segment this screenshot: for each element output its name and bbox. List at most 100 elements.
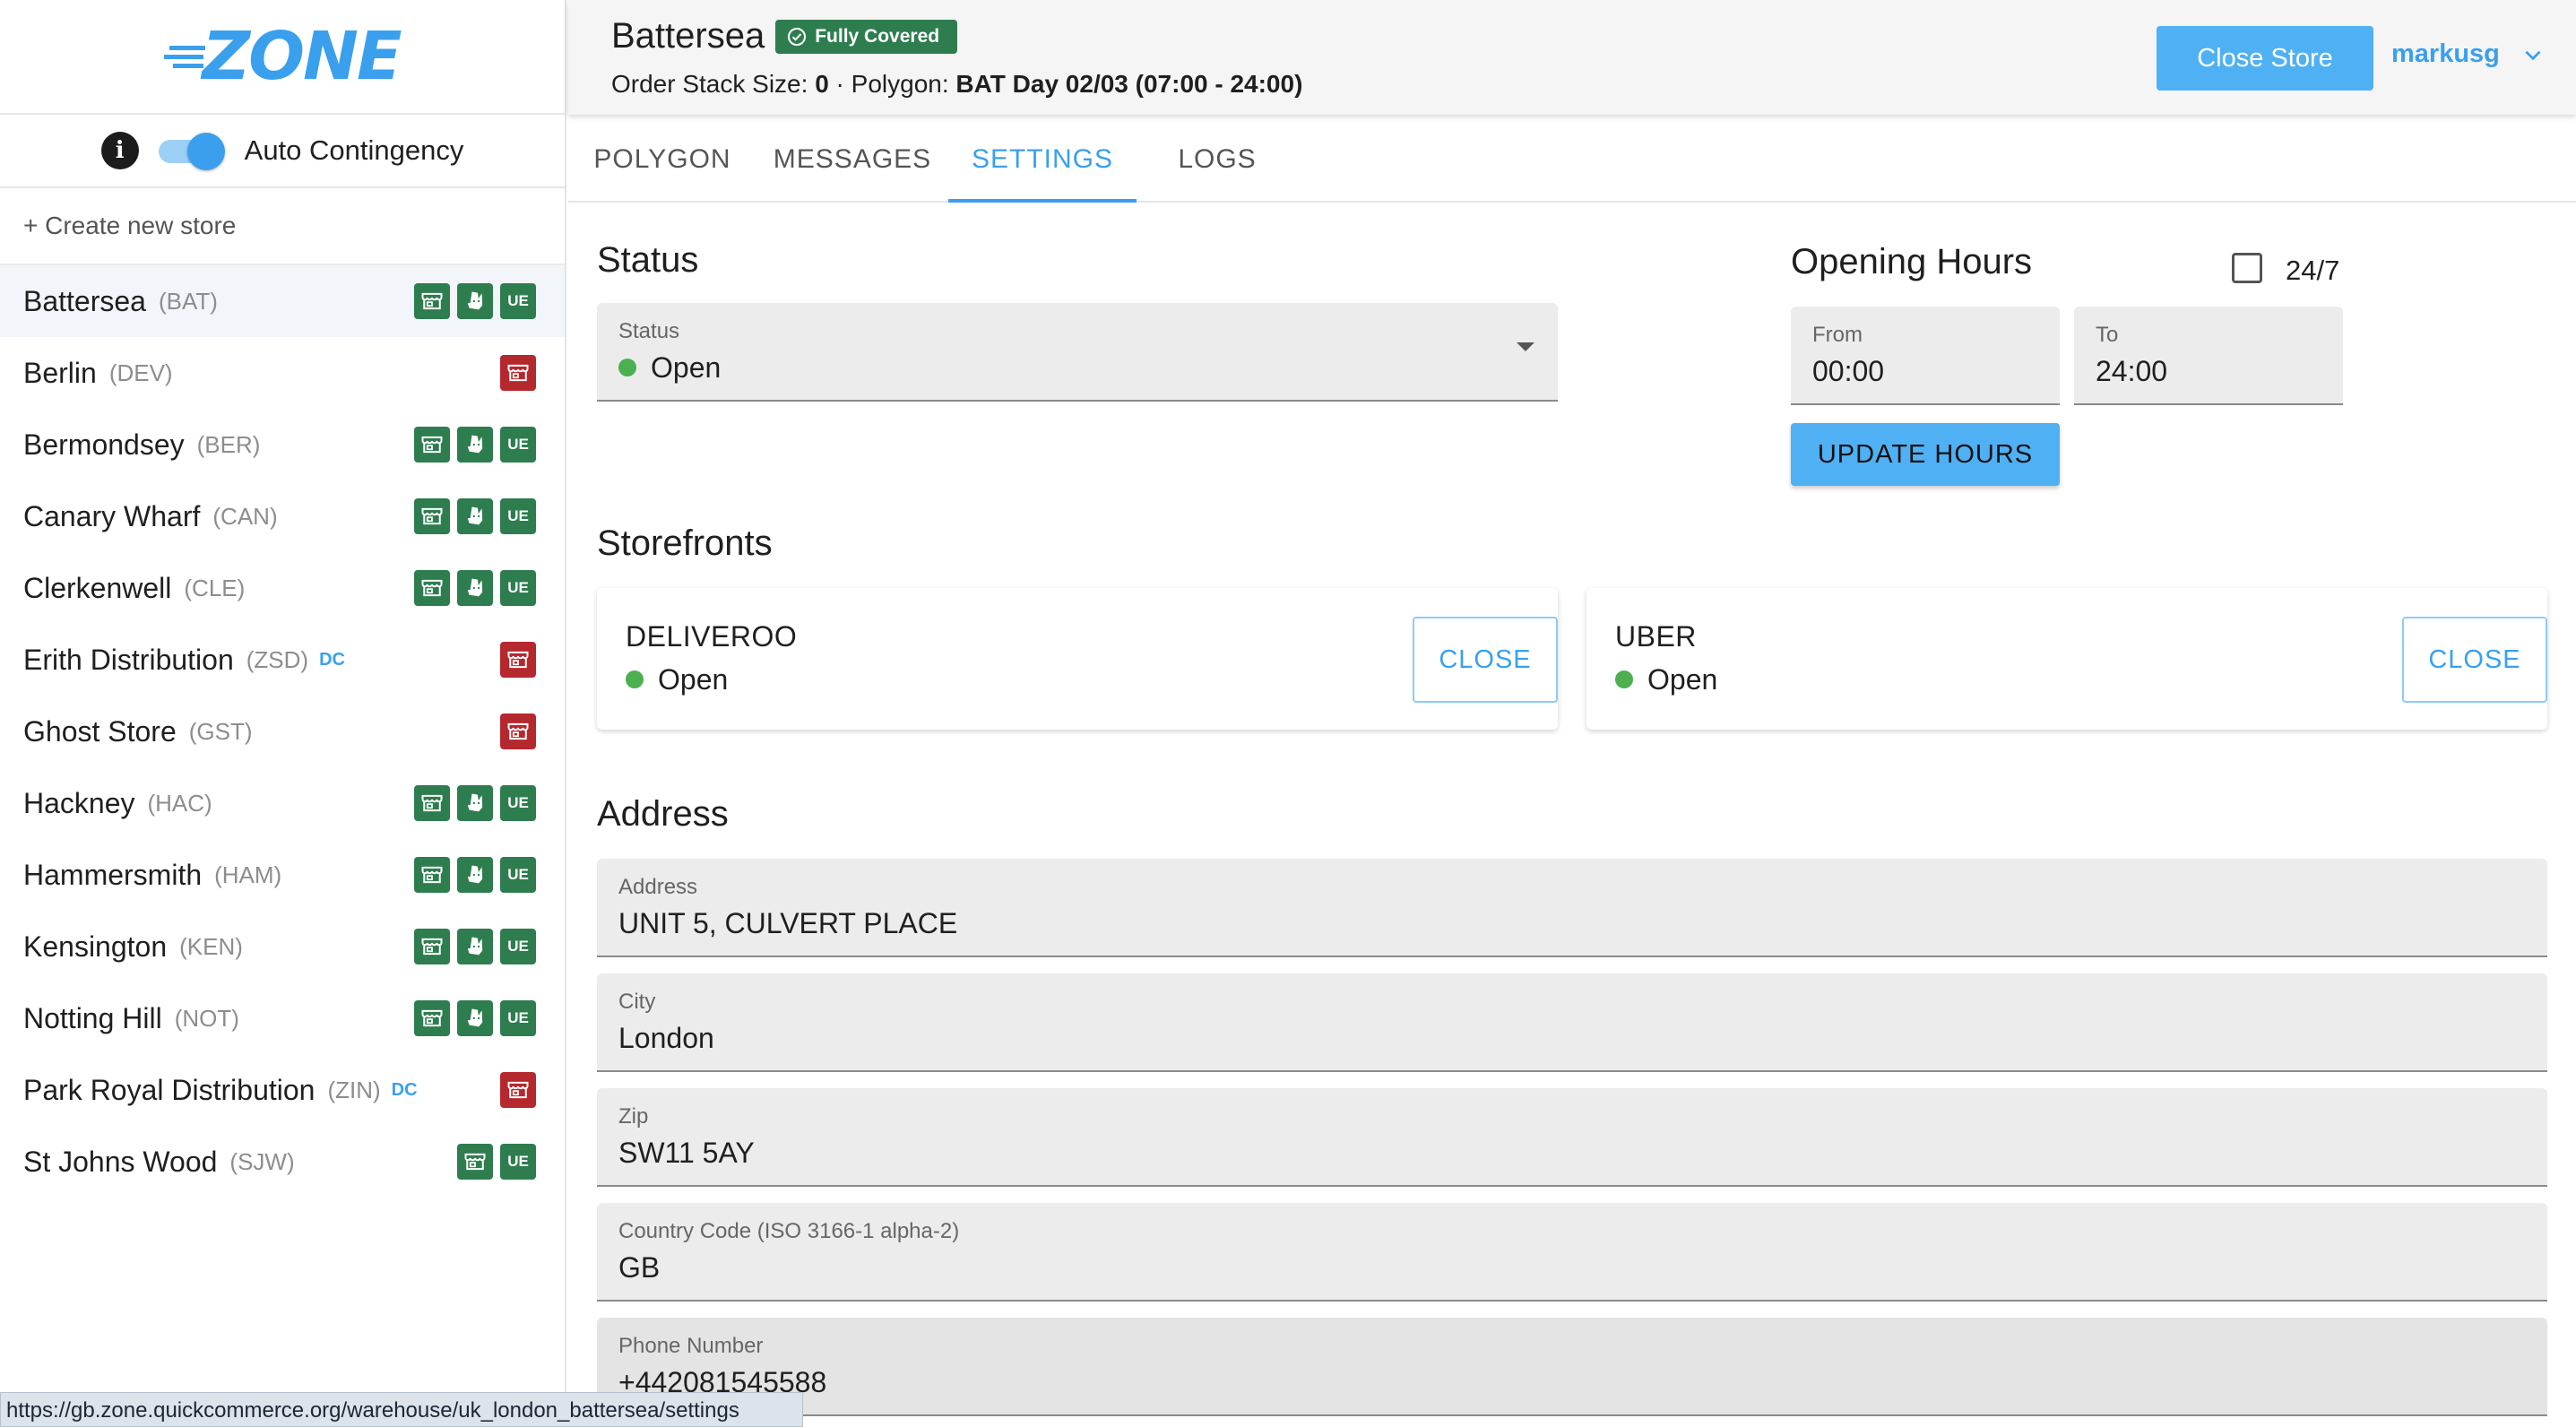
store-code: (SJW)	[229, 1147, 295, 1175]
storefront-badges: UE	[457, 1144, 536, 1180]
storefront-name: UBER	[1615, 620, 1697, 653]
store-code: (CLE)	[184, 574, 246, 601]
store-item[interactable]: Berlin (DEV)	[0, 337, 565, 409]
address-title: Address	[597, 794, 729, 834]
store-item[interactable]: Notting Hill (NOT) UE	[0, 982, 565, 1054]
polygon-label: Polygon:	[851, 70, 949, 98]
country-code-value: GB	[618, 1251, 661, 1284]
close-uber-button[interactable]: CLOSE	[2402, 617, 2547, 703]
user-menu[interactable]: markusg	[2391, 39, 2545, 69]
create-store-link[interactable]: + Create new store	[0, 188, 565, 265]
city-value: London	[618, 1022, 714, 1054]
country-code-label: Country Code (ISO 3166-1 alpha-2)	[618, 1219, 960, 1243]
uber-eats-icon: UE	[500, 929, 536, 964]
store-code: (ZIN)	[327, 1076, 381, 1103]
store-item[interactable]: Bermondsey (BER) UE	[0, 409, 565, 480]
status-section-title: Status	[597, 240, 699, 280]
dc-tag: DC	[319, 649, 345, 670]
storefront-badges	[500, 1072, 536, 1108]
storefront-badges	[500, 642, 536, 678]
store-item[interactable]: Battersea (BAT) UE	[0, 265, 565, 337]
tab-messages[interactable]: MESSAGES	[756, 118, 948, 201]
logo-text: ZONE	[202, 18, 402, 95]
stack-label: Order Stack Size:	[611, 70, 808, 98]
store-code: (ZSD)	[246, 645, 309, 673]
store-code: (HAM)	[214, 861, 282, 888]
store-name: St Johns Wood	[23, 1145, 218, 1178]
from-time-field[interactable]: From 00:00	[1791, 307, 2060, 405]
store-closed-icon	[500, 1072, 536, 1108]
zip-field[interactable]: Zip SW11 5AY	[597, 1088, 2547, 1187]
store-name: Battersea	[23, 284, 146, 317]
uber-eats-icon: UE	[500, 498, 536, 534]
store-item[interactable]: St Johns Wood (SJW) UE	[0, 1126, 565, 1198]
store-item[interactable]: Hackney (HAC) UE	[0, 767, 565, 839]
auto-contingency-toggle[interactable]	[158, 133, 225, 170]
dropdown-arrow-icon	[1517, 342, 1534, 351]
store-closed-icon	[500, 355, 536, 391]
storefront-badges: UE	[414, 1000, 536, 1036]
store-item[interactable]: Park Royal Distribution (ZIN) DC	[0, 1054, 565, 1126]
sidebar: ZONE i Auto Contingency + Create new sto…	[0, 0, 566, 1427]
country-code-field[interactable]: Country Code (ISO 3166-1 alpha-2) GB	[597, 1203, 2547, 1302]
uber-eats-icon: UE	[500, 427, 536, 463]
store-icon	[414, 570, 450, 606]
store-item[interactable]: Ghost Store (GST)	[0, 696, 565, 767]
uber-eats-icon: UE	[500, 1144, 536, 1180]
storefront-badges: UE	[414, 427, 536, 463]
twentyfour-seven-checkbox[interactable]	[2232, 253, 2262, 283]
uber-eats-icon: UE	[500, 283, 536, 319]
store-icon	[414, 785, 450, 821]
store-item[interactable]: Erith Distribution (ZSD) DC	[0, 624, 565, 696]
store-code: (HAC)	[147, 789, 212, 817]
store-item[interactable]: Canary Wharf (CAN) UE	[0, 480, 565, 552]
tab-bar: POLYGON MESSAGES SETTINGS LOGS	[568, 118, 2576, 203]
store-name: Berlin	[23, 356, 97, 389]
deliveroo-icon	[457, 570, 493, 606]
address-field[interactable]: Address UNIT 5, CULVERT PLACE	[597, 859, 2547, 957]
store-name: Erith Distribution	[23, 643, 234, 676]
stack-value: 0	[815, 70, 829, 98]
to-value: 24:00	[2096, 355, 2168, 387]
store-icon	[414, 498, 450, 534]
info-icon[interactable]: i	[100, 132, 139, 169]
to-time-field[interactable]: To 24:00	[2074, 307, 2343, 405]
settings-panel: Status Status Open Opening Hours 24/7 Fr…	[568, 204, 2576, 1427]
status-field-label: Status	[618, 319, 680, 343]
tab-logs[interactable]: LOGS	[1137, 118, 1298, 201]
zone-logo[interactable]: ZONE	[164, 18, 402, 95]
update-hours-button[interactable]: UPDATE HOURS	[1791, 423, 2060, 486]
store-title-row: Battersea Fully Covered	[611, 16, 958, 56]
tab-polygon[interactable]: POLYGON	[568, 118, 756, 201]
storefront-name: DELIVEROO	[626, 620, 798, 653]
store-name: Notting Hill	[23, 1001, 162, 1034]
store-icon	[414, 283, 450, 319]
store-list: Battersea (BAT) UE Berlin (DEV) Bermondsey (BE…	[0, 265, 565, 1198]
status-open-dot	[626, 670, 644, 688]
tab-settings[interactable]: SETTINGS	[948, 118, 1137, 203]
close-deliveroo-button[interactable]: CLOSE	[1413, 617, 1558, 703]
store-title: Battersea	[611, 16, 765, 56]
deliveroo-icon	[457, 498, 493, 534]
store-item[interactable]: Clerkenwell (CLE) UE	[0, 552, 565, 624]
deliveroo-icon	[457, 785, 493, 821]
status-select[interactable]: Status Open	[597, 303, 1558, 402]
close-store-button[interactable]: Close Store	[2157, 26, 2373, 91]
storefront-badges	[500, 714, 536, 749]
phone-number-field[interactable]: Phone Number +442081545588	[597, 1318, 2547, 1416]
store-code: (DEV)	[108, 359, 173, 386]
auto-contingency-label: Auto Contingency	[244, 134, 464, 166]
check-circle-icon	[788, 27, 807, 46]
storefront-card-uber: UBER Open CLOSE	[1586, 588, 2547, 730]
storefront-status: Open	[1615, 663, 1717, 696]
storefront-card-deliveroo: DELIVEROO Open CLOSE	[597, 588, 1558, 730]
store-item[interactable]: Kensington (KEN) UE	[0, 911, 565, 982]
zip-label: Zip	[618, 1104, 649, 1129]
store-name: Kensington	[23, 930, 168, 963]
city-field[interactable]: City London	[597, 973, 2547, 1072]
store-code: (CAN)	[212, 502, 278, 530]
to-label: To	[2096, 323, 2119, 347]
store-item[interactable]: Hammersmith (HAM) UE	[0, 839, 565, 911]
twentyfour-seven-label: 24/7	[2286, 255, 2340, 286]
deliveroo-icon	[457, 857, 493, 893]
